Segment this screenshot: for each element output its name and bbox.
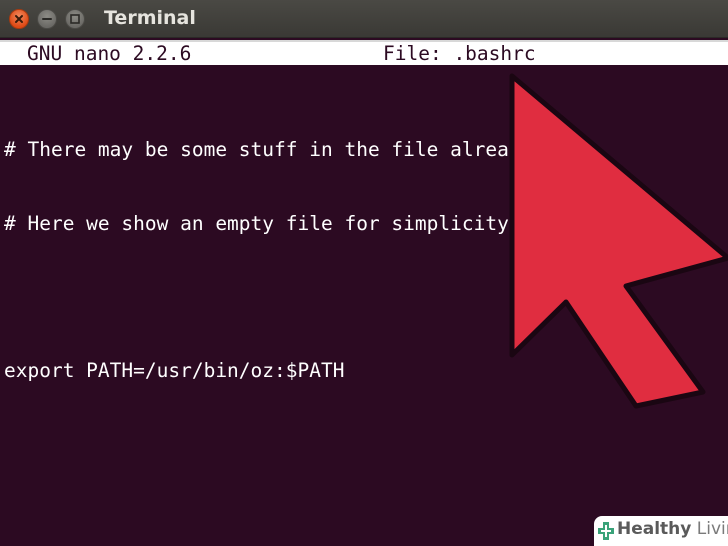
minimize-icon [42, 18, 52, 20]
watermark-text: Healthy Living [617, 519, 728, 539]
window-titlebar[interactable]: Terminal [0, 0, 728, 38]
editor-line: export PATH=/usr/bin/oz:$PATH [4, 358, 345, 382]
maximize-icon [70, 14, 80, 24]
nano-file-name: File: .bashrc [383, 42, 536, 65]
close-button[interactable] [9, 9, 29, 29]
watermark-text-healthy: Healthy [617, 519, 692, 539]
close-icon [15, 15, 23, 23]
editor-area[interactable]: # There may be some stuff in the file al… [4, 89, 544, 408]
window-title: Terminal [104, 7, 196, 29]
nano-header-bar: GNU nano 2.2.6 File: .bashrc [0, 40, 728, 65]
health-cross-icon [598, 522, 614, 540]
maximize-button[interactable] [65, 9, 85, 29]
minimize-button[interactable] [37, 9, 57, 29]
nano-version: GNU nano 2.2.6 [27, 42, 192, 65]
editor-line: # There may be some stuff in the file al… [4, 138, 545, 161]
editor-line: # Here we show an empty file for simplic… [4, 211, 521, 235]
watermark: Healthy Living [594, 516, 728, 546]
watermark-text-living: Living [696, 519, 728, 539]
